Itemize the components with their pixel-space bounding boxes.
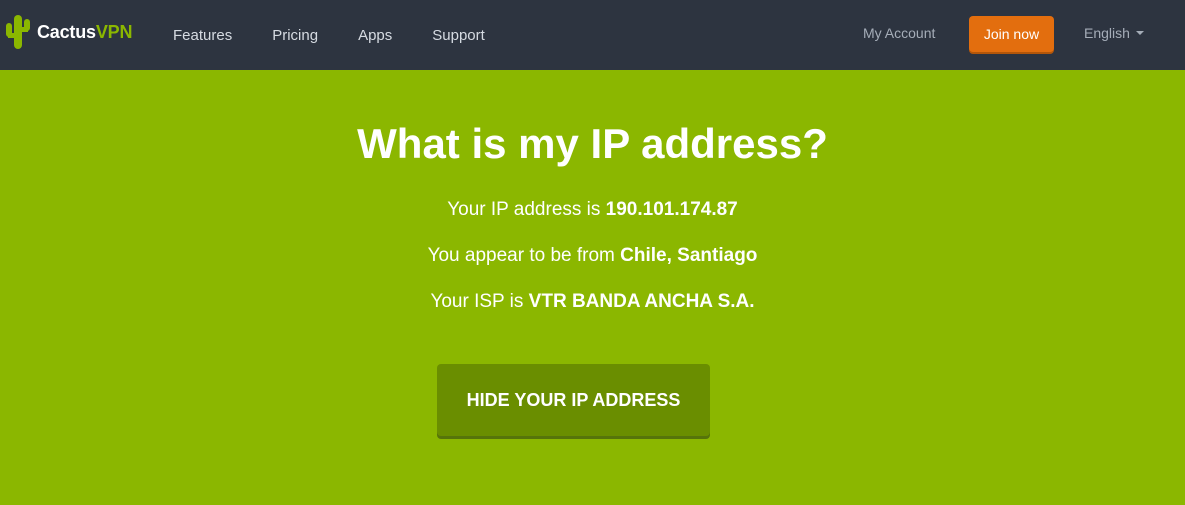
brand-name: CactusVPN (37, 21, 133, 42)
main-nav: Features Pricing Apps Support (173, 0, 525, 70)
location-line: You appear to be from Chile, Santiago (0, 243, 1185, 269)
isp-label: Your ISP is (430, 291, 524, 312)
ip-value: 190.101.174.87 (605, 199, 738, 220)
location-label: You appear to be from (427, 245, 615, 266)
language-dropdown[interactable]: English (1084, 25, 1144, 41)
ip-label: Your IP address is (447, 199, 601, 220)
chevron-down-icon (1135, 31, 1144, 35)
join-now-button[interactable]: Join now (969, 16, 1054, 52)
brand-logo[interactable]: CactusVPN (4, 13, 132, 51)
isp-line: Your ISP is VTR BANDA ANCHA S.A. (0, 289, 1185, 315)
location-value: Chile, Santiago (620, 245, 758, 266)
my-account-link[interactable]: My Account (863, 25, 935, 41)
language-label: English (1084, 25, 1130, 41)
hero-section: What is my IP address? Your IP address i… (0, 70, 1185, 315)
nav-features[interactable]: Features (173, 27, 232, 44)
cactus-icon (4, 13, 32, 51)
nav-support[interactable]: Support (432, 27, 485, 44)
isp-value: VTR BANDA ANCHA S.A. (528, 291, 755, 312)
hide-ip-button[interactable]: HIDE YOUR IP ADDRESS (437, 364, 710, 436)
page-title: What is my IP address? (357, 120, 828, 167)
nav-apps[interactable]: Apps (358, 27, 392, 44)
top-navbar: CactusVPN Features Pricing Apps Support … (0, 0, 1185, 70)
ip-address-line: Your IP address is 190.101.174.87 (0, 197, 1185, 223)
nav-pricing[interactable]: Pricing (272, 27, 318, 44)
